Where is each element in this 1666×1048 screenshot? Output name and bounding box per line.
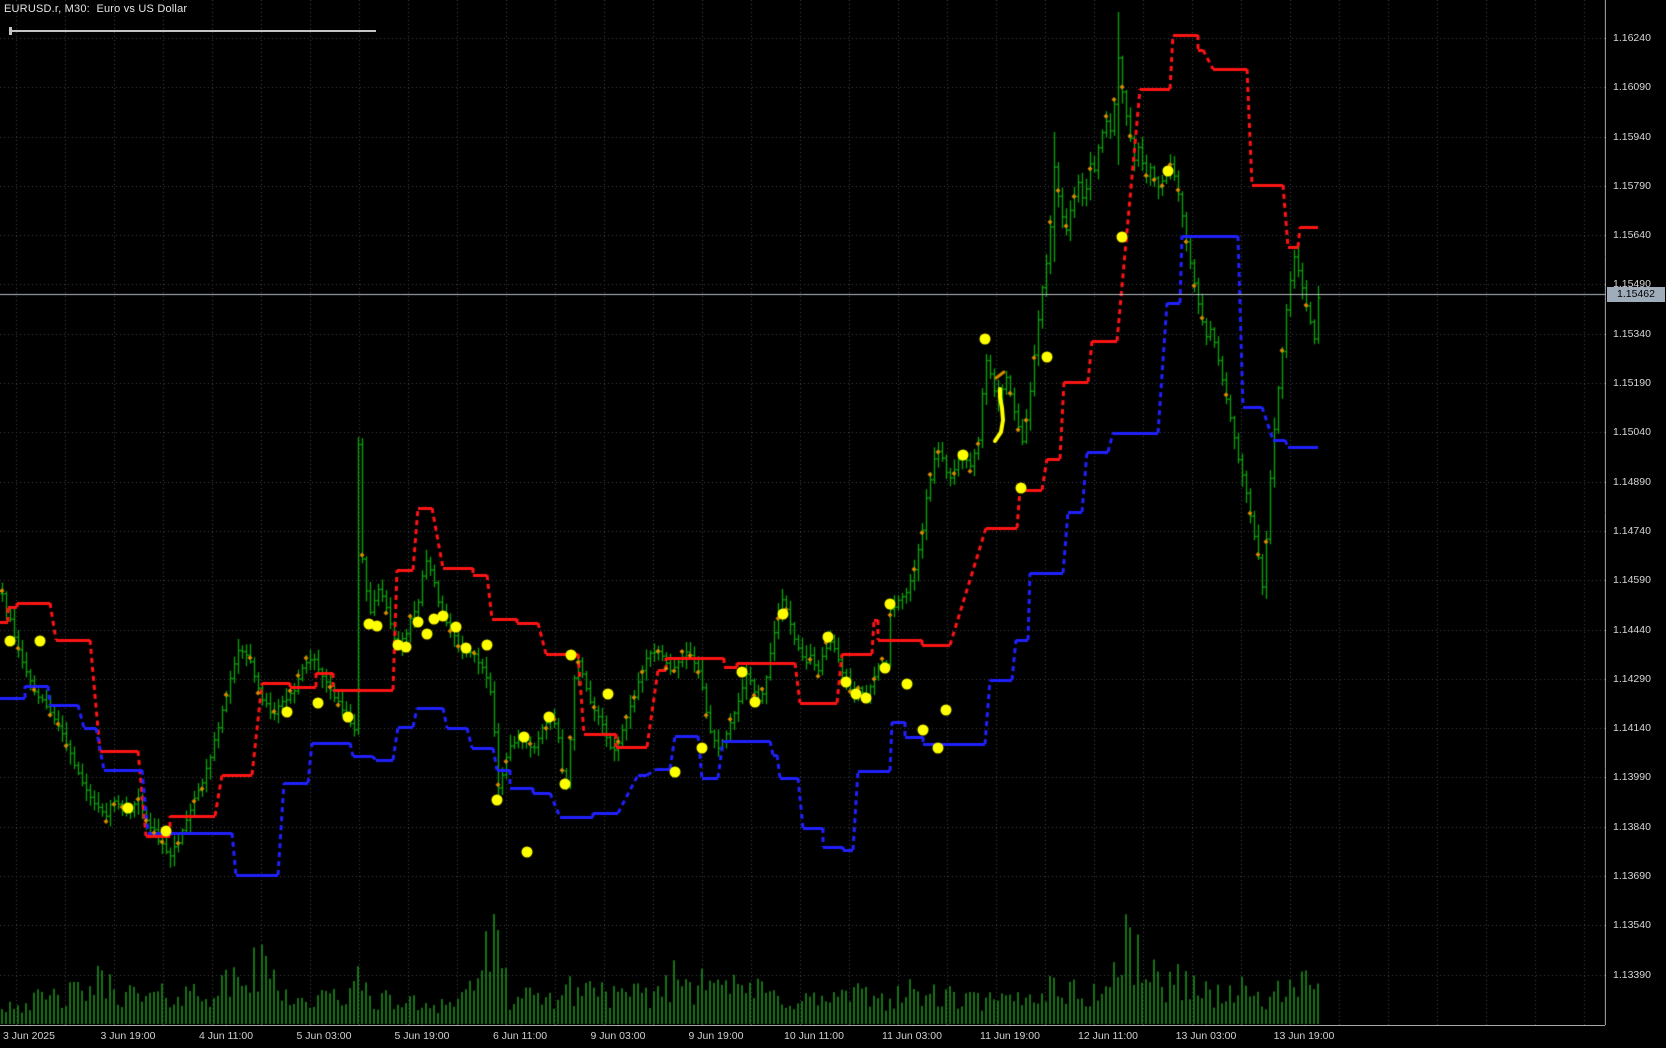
price-axis-label: 1.13390 xyxy=(1613,969,1651,981)
price-axis-label: 1.14590 xyxy=(1613,574,1651,586)
price-axis-label: 1.14440 xyxy=(1613,624,1651,636)
time-axis-label: 12 Jun 11:00 xyxy=(1078,1030,1138,1042)
price-axis-label: 1.14140 xyxy=(1613,722,1651,734)
price-axis-label: 1.13540 xyxy=(1613,919,1651,931)
price-axis-label: 1.15490 xyxy=(1613,278,1651,290)
time-axis-label: 5 Jun 19:00 xyxy=(394,1030,450,1042)
price-axis-label: 1.15190 xyxy=(1613,377,1651,389)
price-axis-label: 1.15940 xyxy=(1613,131,1651,143)
time-axis-label: 10 Jun 11:00 xyxy=(784,1030,844,1042)
time-scale[interactable]: 3 Jun 2025 3 Jun 19:00 4 Jun 11:00 5 Jun 03… xyxy=(0,1026,1666,1048)
price-axis-label: 1.15790 xyxy=(1613,180,1651,192)
time-axis-label: 6 Jun 11:00 xyxy=(492,1030,548,1042)
time-axis-label: 9 Jun 19:00 xyxy=(688,1030,744,1042)
chart-title: EURUSD.r, M30: Euro vs US Dollar xyxy=(4,3,188,15)
price-axis-label: 1.13690 xyxy=(1613,870,1651,882)
price-axis-label: 1.16240 xyxy=(1613,32,1651,44)
time-axis-label: 11 Jun 19:00 xyxy=(980,1030,1040,1042)
price-axis-label: 1.15040 xyxy=(1613,426,1651,438)
time-axis-label: 9 Jun 03:00 xyxy=(590,1030,646,1042)
mt4-chart-window: EURUSD.r, M30: Euro vs US Dollar 1.15462… xyxy=(0,0,1666,1048)
price-scale[interactable]: 1.15462 1.16240 1.16090 1.15940 1.15790 1.15… xyxy=(1606,0,1666,1025)
time-axis-label: 3 Jun 19:00 xyxy=(100,1030,156,1042)
price-axis-label: 1.14890 xyxy=(1613,476,1651,488)
time-axis-label: 4 Jun 11:00 xyxy=(198,1030,254,1042)
price-axis-label: 1.15340 xyxy=(1613,328,1651,340)
price-axis-label: 1.16090 xyxy=(1613,81,1651,93)
time-axis-label: 11 Jun 03:00 xyxy=(882,1030,942,1042)
price-axis-label: 1.13990 xyxy=(1613,771,1651,783)
time-axis-label: 13 Jun 19:00 xyxy=(1273,1030,1335,1042)
time-axis-label: 5 Jun 03:00 xyxy=(296,1030,352,1042)
price-axis-label: 1.14740 xyxy=(1613,525,1651,537)
indicator-separator[interactable] xyxy=(10,30,376,32)
price-axis-label: 1.13840 xyxy=(1613,821,1651,833)
price-axis-label: 1.14290 xyxy=(1613,673,1651,685)
price-axis-label: 1.15640 xyxy=(1613,229,1651,241)
chart-plot-area[interactable] xyxy=(0,0,1666,1048)
time-axis-label: 13 Jun 03:00 xyxy=(1175,1030,1237,1042)
